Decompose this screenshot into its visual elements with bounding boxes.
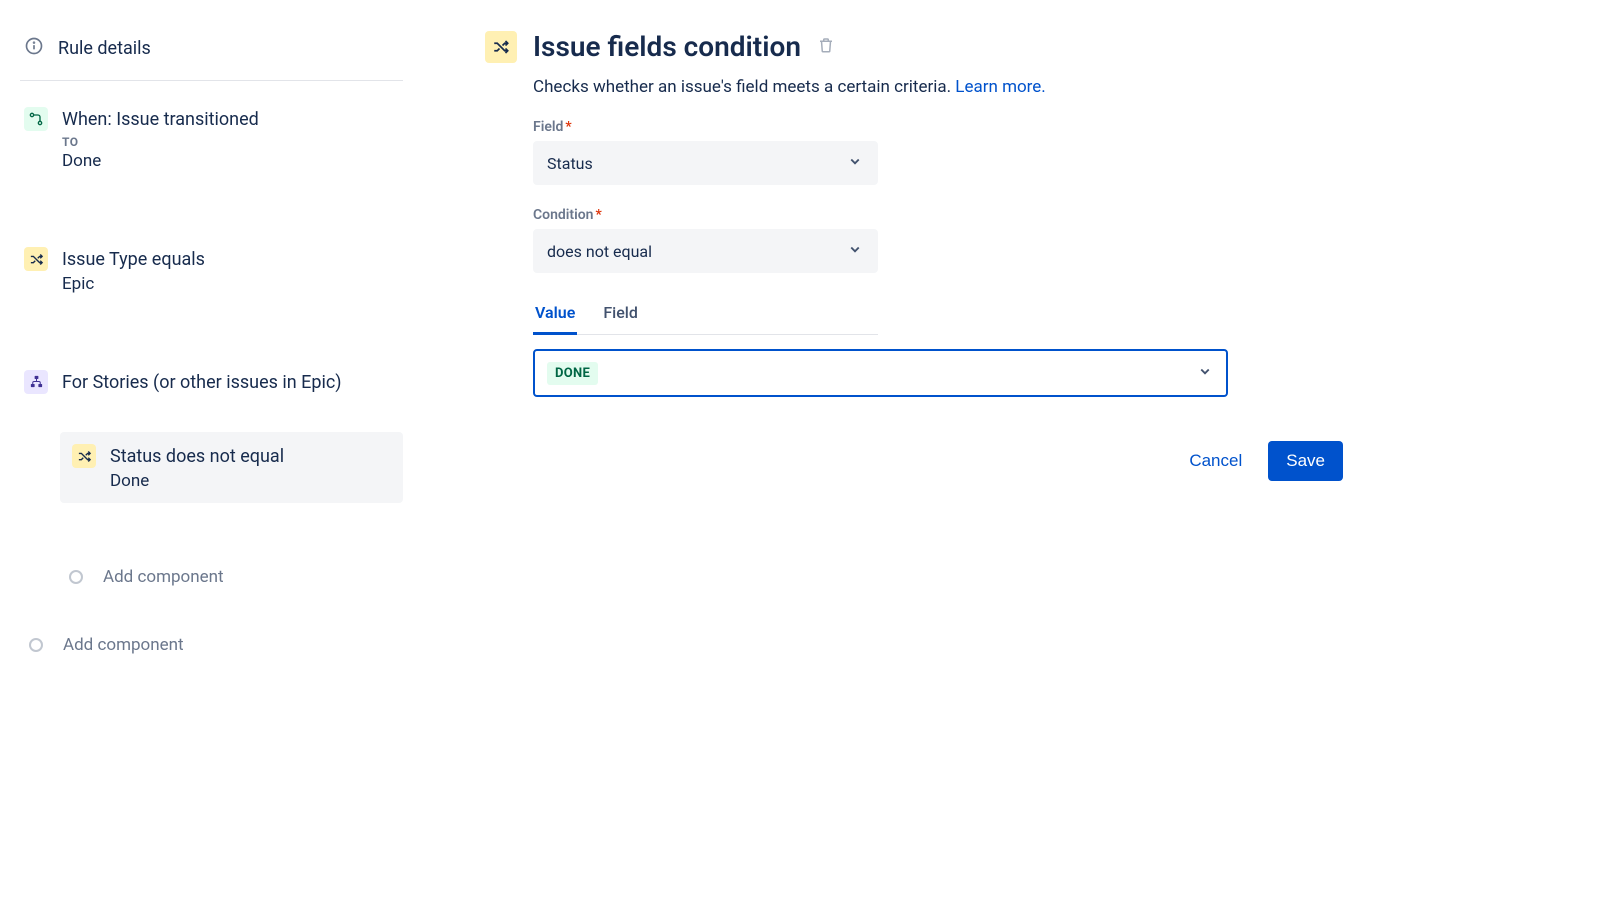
add-component-inner[interactable]: Add component [60,563,403,591]
shuffle-icon [485,31,517,63]
rule-details-title: Rule details [58,38,151,59]
add-component-outer[interactable]: Add component [20,631,403,659]
hierarchy-icon [24,370,48,394]
cond1-title: Issue Type equals [62,248,399,271]
cond1-subvalue: Epic [62,274,399,294]
form-actions: Cancel Save [485,441,1343,481]
condition-node-2[interactable]: Status does not equal Done [60,432,403,502]
rule-sidebar: Rule details When: Issue transitioned TO… [0,0,415,900]
branch-title: For Stories (or other issues in Epic) [62,371,399,394]
field-label: Field* [533,119,1470,135]
trigger-subvalue: Done [62,151,399,171]
page-header: Issue fields condition [485,30,1470,63]
desc-text: Checks whether an issue's field meets a … [533,77,955,97]
condition-node-1[interactable]: Issue Type equals Epic [20,239,403,301]
trigger-node[interactable]: When: Issue transitioned TO Done [20,99,403,179]
trash-icon[interactable] [817,36,835,58]
tab-field[interactable]: Field [601,295,640,334]
value-select[interactable]: DONE [533,349,1228,397]
condition-label: Condition* [533,207,1470,223]
branch-commit-icon [24,107,48,131]
shuffle-icon [72,444,96,468]
status-lozenge: DONE [547,362,598,385]
value-field-tabs: Value Field [533,295,878,335]
condition-value: does not equal [547,242,652,261]
condition-select[interactable]: does not equal [533,229,878,273]
field-select[interactable]: Status [533,141,878,185]
plus-circle-icon [29,638,43,652]
rule-details-header[interactable]: Rule details [20,30,403,81]
cancel-button[interactable]: Cancel [1175,441,1256,481]
tab-value[interactable]: Value [533,295,577,335]
main-panel: Issue fields condition Checks whether an… [415,0,1600,900]
branch-children: Status does not equal Done Add component [60,432,403,590]
trigger-title: When: Issue transitioned [62,108,399,131]
add-component-outer-label: Add component [63,635,184,655]
branch-node[interactable]: For Stories (or other issues in Epic) [20,362,403,402]
chevron-down-icon [846,152,864,174]
rule-timeline: When: Issue transitioned TO Done Issue T… [20,99,403,659]
info-icon [24,36,44,60]
add-component-inner-label: Add component [103,567,224,587]
save-button[interactable]: Save [1268,441,1343,481]
chevron-down-icon [1196,362,1214,384]
chevron-down-icon [846,240,864,262]
plus-circle-icon [69,570,83,584]
page-title: Issue fields condition [533,30,801,63]
page-description: Checks whether an issue's field meets a … [533,77,1470,97]
learn-more-link[interactable]: Learn more. [955,77,1046,97]
shuffle-icon [24,247,48,271]
trigger-sublabel: TO [62,135,399,149]
field-value: Status [547,154,593,173]
cond2-title: Status does not equal [110,445,391,468]
cond2-subvalue: Done [110,471,391,491]
